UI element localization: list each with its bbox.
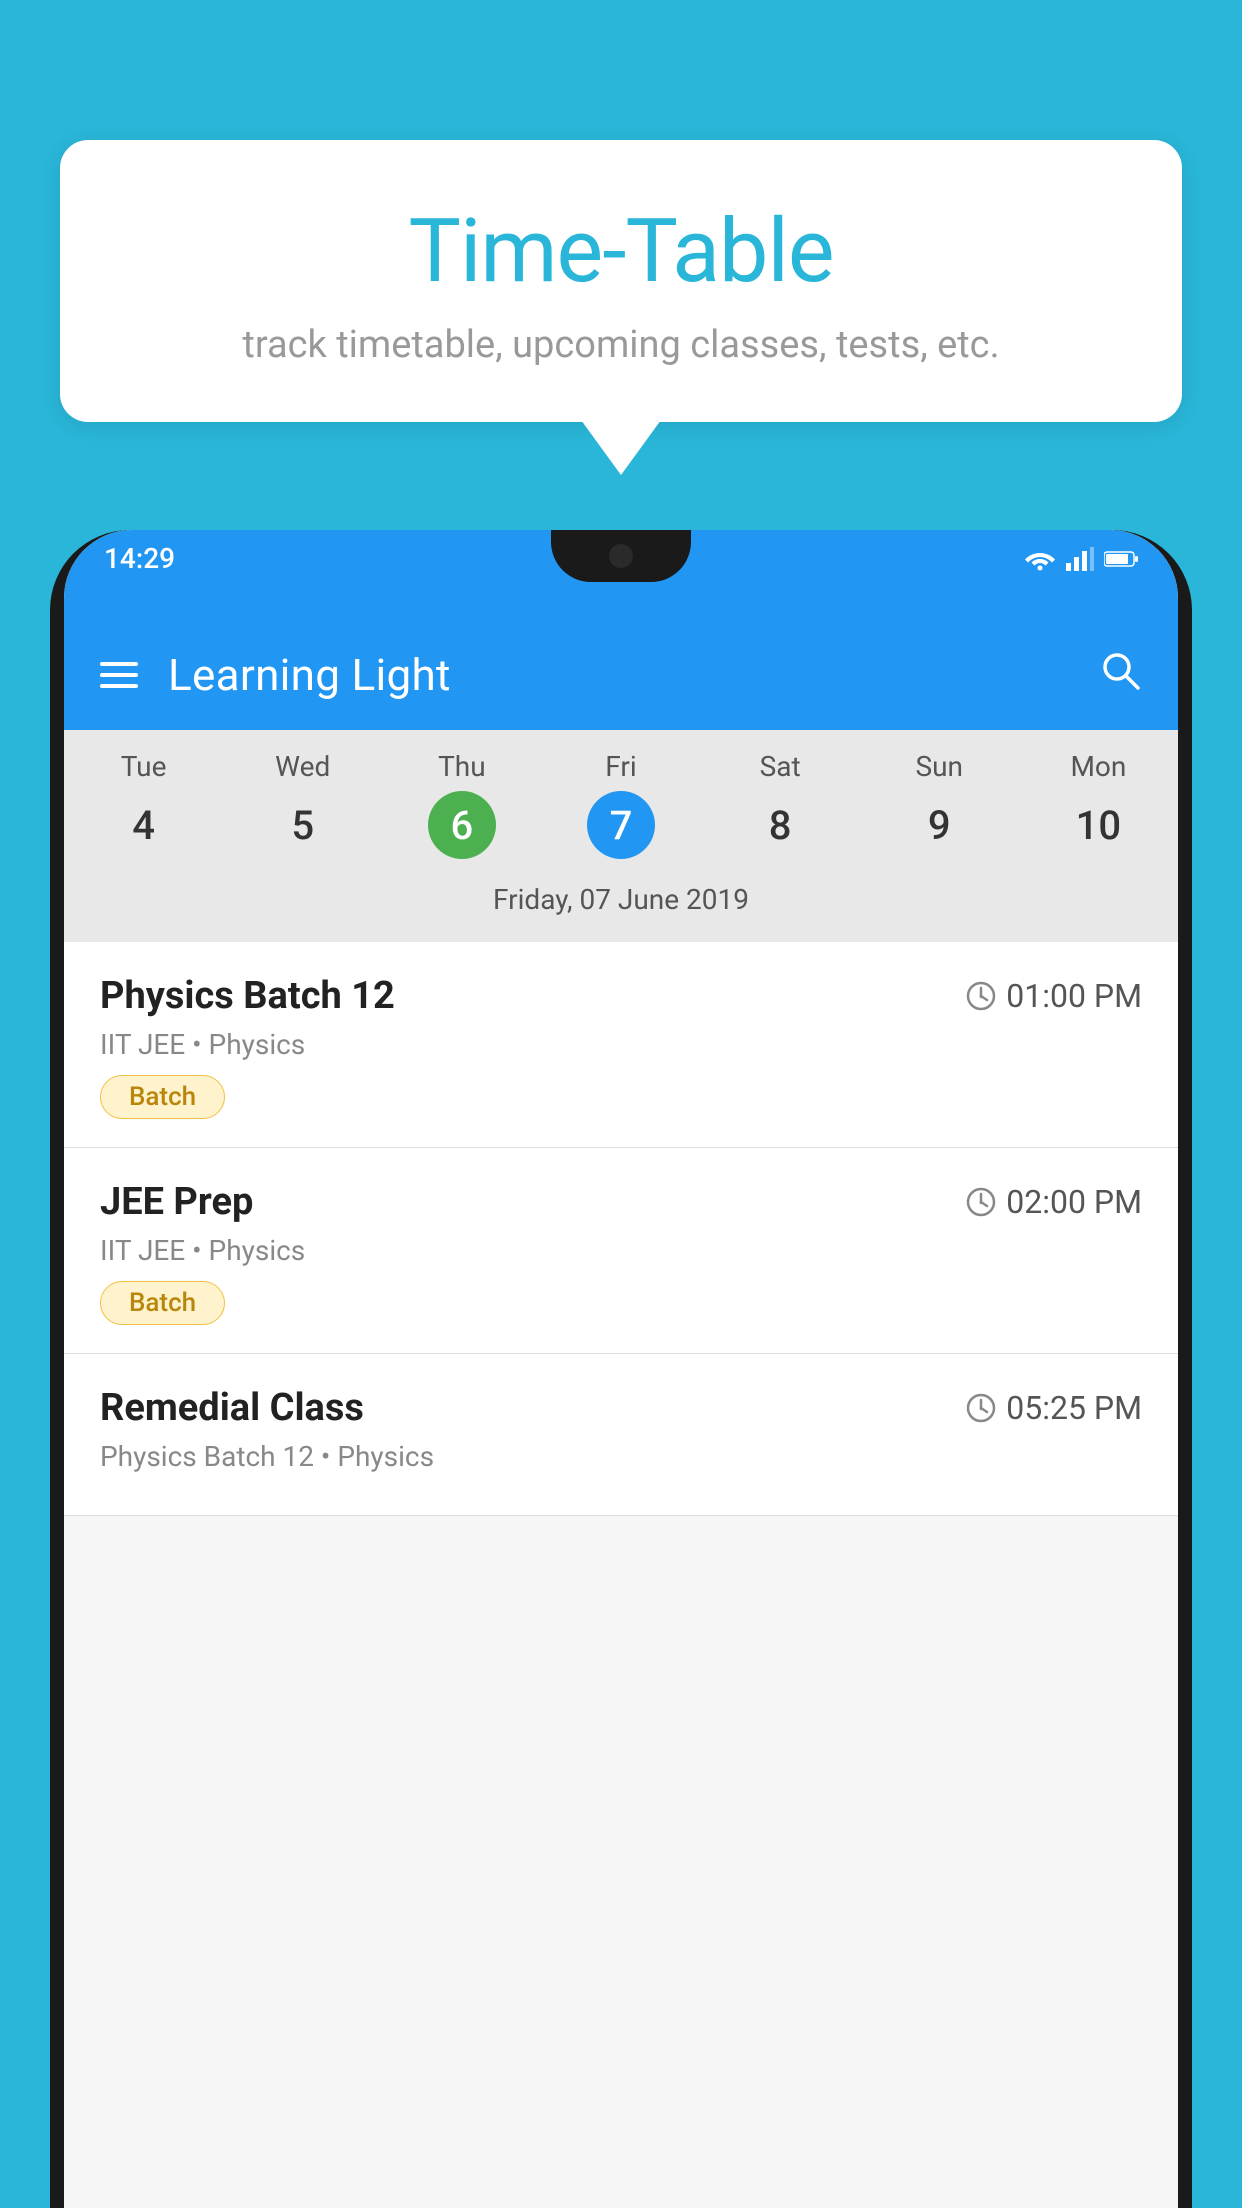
schedule-item-3-header: Remedial Class 05:25 PM	[100, 1386, 1142, 1430]
wifi-icon	[1024, 547, 1056, 571]
schedule-item-2-header: JEE Prep 02:00 PM	[100, 1180, 1142, 1224]
hamburger-line-3	[100, 684, 138, 688]
status-icons	[1024, 547, 1138, 571]
day-7-selected[interactable]: 7	[587, 791, 655, 859]
day-name-sat: Sat	[701, 750, 860, 783]
speech-bubble-card: Time-Table track timetable, upcoming cla…	[60, 140, 1182, 422]
notch-bump	[551, 530, 691, 582]
app-bar: Learning Light	[64, 620, 1178, 730]
app-bar-left: Learning Light	[100, 649, 451, 701]
phone-screen: 14:29	[64, 530, 1178, 2208]
signal-icon	[1066, 547, 1094, 571]
day-name-sun: Sun	[860, 750, 1019, 783]
schedule-subtitle-2: IIT JEE • Physics	[100, 1234, 1142, 1267]
schedule-item-1[interactable]: Physics Batch 12 01:00 PM IIT JEE • Phys…	[64, 942, 1178, 1148]
camera-dot	[609, 544, 633, 568]
schedule-title-1: Physics Batch 12	[100, 974, 395, 1018]
day-name-tue: Tue	[64, 750, 223, 783]
schedule-title-3: Remedial Class	[100, 1386, 364, 1430]
hamburger-menu-icon[interactable]	[100, 662, 138, 688]
day-numbers-row[interactable]: 4 5 6 7 8 9 10	[64, 791, 1178, 859]
schedule-list: Physics Batch 12 01:00 PM IIT JEE • Phys…	[64, 942, 1178, 1516]
schedule-item-3[interactable]: Remedial Class 05:25 PM Physics Batch 12…	[64, 1354, 1178, 1516]
schedule-subtitle-3: Physics Batch 12 • Physics	[100, 1440, 1142, 1473]
speech-bubble-pointer	[581, 420, 661, 475]
speech-bubble-title: Time-Table	[140, 200, 1102, 303]
schedule-title-2: JEE Prep	[100, 1180, 253, 1224]
day-name-wed: Wed	[223, 750, 382, 783]
day-5[interactable]: 5	[269, 791, 337, 859]
schedule-time-3: 05:25 PM	[966, 1389, 1142, 1427]
schedule-item-2[interactable]: JEE Prep 02:00 PM IIT JEE • Physics Batc…	[64, 1148, 1178, 1354]
schedule-subtitle-1: IIT JEE • Physics	[100, 1028, 1142, 1061]
selected-date-label: Friday, 07 June 2019	[64, 873, 1178, 932]
schedule-time-2: 02:00 PM	[966, 1183, 1142, 1221]
clock-icon-3	[966, 1393, 996, 1423]
clock-icon-1	[966, 981, 996, 1011]
hamburger-line-1	[100, 662, 138, 666]
day-10[interactable]: 10	[1064, 791, 1132, 859]
hamburger-line-2	[100, 673, 138, 677]
day-4[interactable]: 4	[110, 791, 178, 859]
notch-area: 14:29	[64, 530, 1178, 620]
batch-tag-1: Batch	[100, 1075, 225, 1119]
schedule-time-1: 01:00 PM	[966, 977, 1142, 1015]
phone-frame: 14:29	[50, 530, 1192, 2208]
day-name-thu: Thu	[382, 750, 541, 783]
batch-tag-2: Batch	[100, 1281, 225, 1325]
calendar-strip: Tue Wed Thu Fri Sat Sun Mon 4 5 6 7 8 9 …	[64, 730, 1178, 942]
day-names-row: Tue Wed Thu Fri Sat Sun Mon	[64, 750, 1178, 783]
day-9[interactable]: 9	[905, 791, 973, 859]
search-icon[interactable]	[1098, 648, 1142, 703]
day-name-mon: Mon	[1019, 750, 1178, 783]
day-name-fri: Fri	[541, 750, 700, 783]
day-6-today[interactable]: 6	[428, 791, 496, 859]
battery-icon	[1104, 550, 1138, 568]
speech-bubble-section: Time-Table track timetable, upcoming cla…	[60, 140, 1182, 475]
app-title: Learning Light	[168, 649, 451, 701]
clock-icon-2	[966, 1187, 996, 1217]
status-time: 14:29	[104, 542, 175, 575]
day-8[interactable]: 8	[746, 791, 814, 859]
schedule-item-1-header: Physics Batch 12 01:00 PM	[100, 974, 1142, 1018]
speech-bubble-subtitle: track timetable, upcoming classes, tests…	[140, 323, 1102, 367]
